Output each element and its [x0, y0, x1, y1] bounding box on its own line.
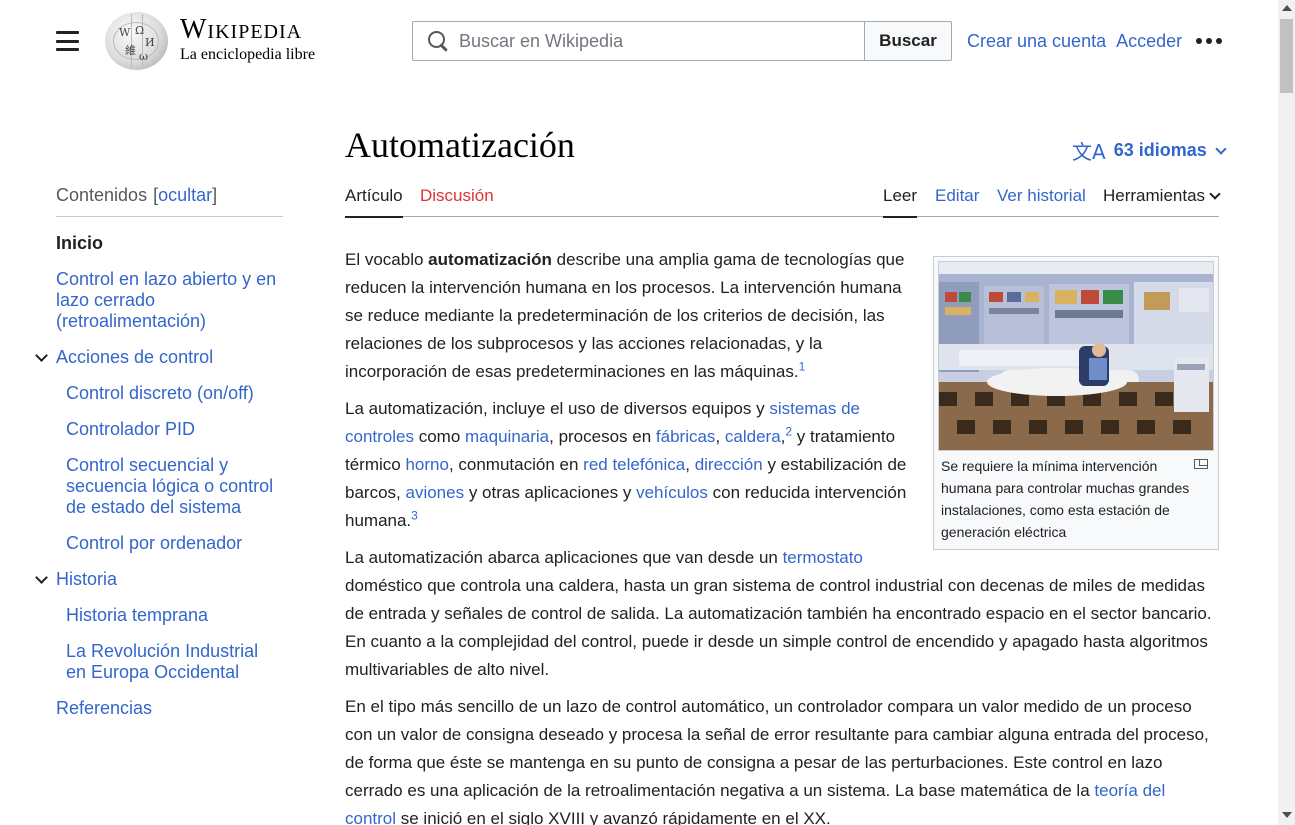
tools-label[interactable]: Herramientas [1103, 186, 1205, 206]
toc-item-ordenador[interactable]: Control por ordenador [66, 533, 283, 554]
link-vehiculos[interactable]: vehículos [636, 483, 708, 502]
table-of-contents: Contenidos [ocultar] Inicio Control en l… [35, 185, 283, 719]
toc-header: Contenidos [ocultar] [56, 185, 283, 217]
link-caldera[interactable]: caldera [725, 427, 781, 446]
figure-caption: Se requiere la mínima intervención human… [938, 451, 1214, 545]
toc-item-revolucion[interactable]: La Revolución Industrial en Europa Occid… [66, 641, 283, 683]
text: , [685, 455, 695, 474]
article-body: Se requiere la mínima intervención human… [345, 246, 1219, 825]
link-horno[interactable]: horno [405, 455, 448, 474]
create-account-link[interactable]: Crear una cuenta [967, 31, 1106, 52]
toc-item-label[interactable]: Acciones de control [56, 347, 213, 367]
page-scrollbar[interactable] [1278, 0, 1295, 825]
toc-bracket-close: ] [212, 185, 218, 205]
wikipedia-wordmark[interactable]: Wikipedia [180, 14, 302, 46]
scroll-down-icon[interactable] [1282, 812, 1292, 818]
tab-read[interactable]: Leer [883, 186, 918, 218]
wikipedia-tagline: La enciclopedia libre [180, 46, 316, 63]
toc-item-pid[interactable]: Controlador PID [66, 419, 283, 440]
search-icon [427, 30, 449, 52]
scroll-up-icon[interactable] [1282, 5, 1292, 11]
text: En el tipo más sencillo de un lazo de co… [345, 697, 1209, 800]
text: se inició en el siglo XVIII y avanzó ráp… [396, 809, 831, 825]
page-title: Automatización [345, 125, 575, 165]
toc-title: Contenidos [56, 185, 148, 205]
language-count[interactable]: 63 idiomas [1114, 140, 1207, 161]
toc-item-historia[interactable]: Historia [35, 569, 283, 590]
translate-icon: 文A [1072, 140, 1106, 164]
chevron-down-icon[interactable] [35, 349, 48, 362]
page-tabs: Artículo Discusión Leer Editar Ver histo… [345, 172, 1221, 218]
toc-hide-link[interactable]: ocultar [158, 185, 212, 205]
figure-thumbnail: Se requiere la mínima intervención human… [933, 256, 1219, 550]
link-fabricas[interactable]: fábricas [656, 427, 716, 446]
wikipedia-logo-globe[interactable]: W Ω И 維 ω [105, 12, 168, 70]
link-termostato[interactable]: termostato [783, 548, 863, 567]
text: La automatización, incluye el uso de div… [345, 399, 770, 418]
toc-item-acciones[interactable]: Acciones de control [35, 347, 283, 368]
tools-menu[interactable]: Herramientas [1103, 186, 1221, 216]
tab-article[interactable]: Artículo [345, 186, 403, 218]
text: La automatización abarca aplicaciones qu… [345, 548, 783, 567]
text: , conmutación en [448, 455, 584, 474]
paragraph-4: En el tipo más sencillo de un lazo de co… [345, 693, 1219, 825]
personal-tools: Crear una cuenta Acceder [967, 31, 1182, 52]
link-aviones[interactable]: aviones [405, 483, 464, 502]
bold-term: automatización [428, 250, 552, 269]
text: describe una amplia gama de tecnologías … [345, 250, 905, 381]
language-selector[interactable]: 文A 63 idiomas [1072, 136, 1227, 165]
paragraph-3: La automatización abarca aplicaciones qu… [345, 544, 1219, 684]
text: como [413, 427, 466, 446]
search-input[interactable] [459, 22, 864, 60]
caption-text: Se requiere la mínima intervención human… [941, 458, 1190, 540]
login-link[interactable]: Acceder [1116, 31, 1182, 52]
search-field-container [412, 21, 864, 61]
chevron-down-icon[interactable] [35, 571, 48, 584]
scrollbar-thumb[interactable] [1280, 19, 1293, 93]
enlarge-icon[interactable] [1194, 459, 1208, 469]
search-button[interactable]: Buscar [864, 21, 952, 61]
control-room-photo[interactable] [938, 261, 1214, 451]
link-direccion[interactable]: dirección [695, 455, 763, 474]
more-options-icon[interactable] [1196, 38, 1222, 44]
toc-item-discreto[interactable]: Control discreto (on/off) [66, 383, 283, 404]
link-maquinaria[interactable]: maquinaria [465, 427, 549, 446]
toc-item-historia-temprana[interactable]: Historia temprana [66, 605, 283, 626]
search-form: Buscar [412, 21, 952, 61]
text: , procesos en [549, 427, 656, 446]
text: El vocablo [345, 250, 429, 269]
reference-link[interactable]: 1 [799, 359, 806, 373]
text: doméstico que controla una caldera, hast… [345, 576, 1212, 679]
text: , [715, 427, 725, 446]
toc-item-label[interactable]: Historia [56, 569, 117, 589]
chevron-down-icon [1215, 142, 1227, 155]
text: y otras aplicaciones y [464, 483, 637, 502]
tab-history[interactable]: Ver historial [997, 186, 1086, 216]
chevron-down-icon [1209, 188, 1221, 200]
main-menu-button[interactable] [56, 31, 79, 51]
toc-item-lazo[interactable]: Control en lazo abierto y en lazo cerrad… [56, 269, 283, 332]
toc-item-secuencial[interactable]: Control secuencial y secuencia lógica o … [66, 455, 283, 518]
tab-edit[interactable]: Editar [935, 186, 979, 216]
toc-item-inicio[interactable]: Inicio [56, 233, 283, 254]
link-red-telefonica[interactable]: red telefónica [583, 455, 685, 474]
toc-item-referencias[interactable]: Referencias [56, 698, 283, 719]
tab-talk[interactable]: Discusión [420, 186, 494, 216]
reference-link[interactable]: 3 [411, 508, 418, 522]
